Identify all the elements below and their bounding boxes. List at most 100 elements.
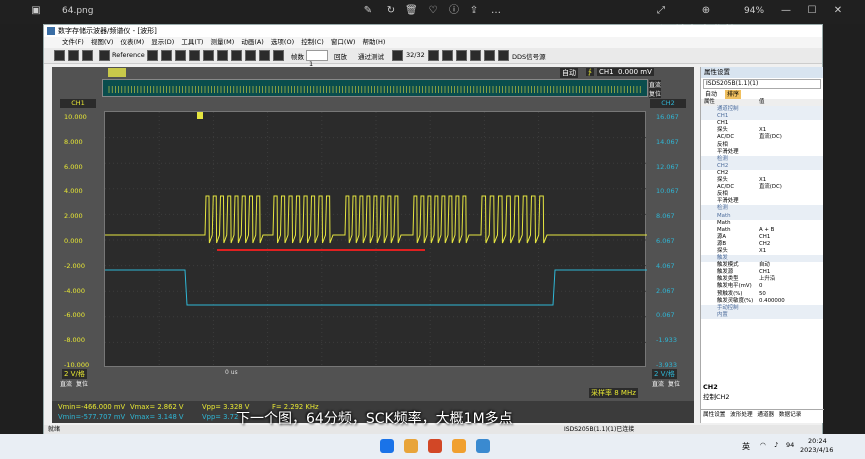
trigger-level[interactable]: 0.000 mV <box>616 68 654 76</box>
edit-icon[interactable]: ✎ <box>362 5 374 17</box>
property-row[interactable]: 内置 <box>701 311 823 319</box>
battery-level[interactable]: 94 <box>786 441 794 449</box>
share-icon[interactable]: ⇪ <box>468 5 480 17</box>
prev-icon[interactable] <box>392 50 403 61</box>
record-icon[interactable] <box>442 50 453 61</box>
single-icon[interactable] <box>175 50 186 61</box>
explorer-icon[interactable] <box>404 439 418 453</box>
play-icon[interactable] <box>456 50 467 61</box>
property-row[interactable]: 源A CH1 <box>701 234 823 241</box>
next-icon[interactable] <box>428 50 439 61</box>
property-row[interactable]: Math <box>701 220 823 227</box>
property-row[interactable]: 反相 <box>701 142 823 149</box>
ch2-label[interactable]: CH2 <box>650 99 686 108</box>
menu-animation[interactable]: 动画(A) <box>241 38 264 46</box>
open-icon[interactable] <box>54 50 65 61</box>
trigger-channel[interactable]: CH1 <box>597 68 616 76</box>
property-row[interactable]: AC/DC 直流(DC) <box>701 134 823 141</box>
xy-icon[interactable] <box>245 50 256 61</box>
device-select[interactable]: ISDS205B(1.1)(1) <box>703 79 821 89</box>
rotate-icon[interactable]: ↻ <box>385 5 397 17</box>
menu-file[interactable]: 文件(F) <box>62 38 84 46</box>
stop-icon[interactable] <box>161 50 172 61</box>
powerpoint-icon[interactable] <box>428 439 442 453</box>
close-icon[interactable]: ✕ <box>832 5 844 17</box>
ch2-scale[interactable]: 2 V/格 <box>652 369 677 379</box>
property-row[interactable]: 检测 <box>701 155 823 163</box>
property-row[interactable]: 触发电平(mV) 0 <box>701 283 823 290</box>
reference-button[interactable]: Reference <box>112 51 145 59</box>
ch1-label[interactable]: CH1 <box>60 99 96 108</box>
clock-time[interactable]: 20:24 <box>808 437 827 445</box>
property-row[interactable]: CH1 <box>701 113 823 121</box>
property-row[interactable]: Math A + B <box>701 227 823 234</box>
property-row[interactable]: 平滑处理 <box>701 149 823 156</box>
pass-test-button[interactable]: 通过测试 <box>358 51 384 61</box>
export-icon[interactable] <box>470 50 481 61</box>
property-row[interactable]: 手动控制 <box>701 304 823 312</box>
acq-mode[interactable]: 自动 <box>560 68 578 78</box>
tab-wave-process[interactable]: 波形处理 <box>730 412 752 418</box>
menu-view[interactable]: 视图(V) <box>91 38 114 46</box>
wifi-icon[interactable]: ◠ <box>760 441 766 449</box>
zoom-in-icon[interactable]: ⊕ <box>700 5 712 17</box>
language-indicator[interactable]: 英 <box>742 441 750 452</box>
fullscreen-icon[interactable]: ⤢ <box>655 5 667 17</box>
overview-coupling[interactable]: 直流 <box>649 80 662 89</box>
frame-input[interactable]: 1 <box>306 50 328 68</box>
print-icon[interactable] <box>484 50 495 61</box>
fft-icon[interactable] <box>231 50 242 61</box>
menu-display[interactable]: 显示(D) <box>151 38 174 46</box>
property-row[interactable]: 探头 X1 <box>701 248 823 255</box>
capture-icon[interactable] <box>189 50 200 61</box>
tab-auto[interactable]: 自动 <box>705 90 717 99</box>
clock-date[interactable]: 2023/4/16 <box>800 446 833 454</box>
property-row[interactable]: 触发灵敏度(%) 0.400000 <box>701 298 823 305</box>
app-orange-icon[interactable] <box>452 439 466 453</box>
tab-sort[interactable]: 排序 <box>725 90 742 99</box>
property-row[interactable]: 检测 <box>701 205 823 213</box>
ch2-reset[interactable]: 复位 <box>668 379 680 388</box>
persist-icon[interactable] <box>259 50 270 61</box>
favorite-icon[interactable]: ♡ <box>427 5 439 17</box>
property-row[interactable]: 源B CH2 <box>701 241 823 248</box>
dds-button[interactable]: DDS信号源 <box>512 51 546 61</box>
property-row[interactable]: Math <box>701 212 823 220</box>
minimize-icon[interactable]: — <box>780 5 792 17</box>
menu-help[interactable]: 帮助(H) <box>362 38 385 46</box>
overview-bar[interactable] <box>102 79 648 97</box>
photos-icon[interactable] <box>476 439 490 453</box>
property-row[interactable]: CH2 <box>701 162 823 170</box>
measure-icon[interactable] <box>273 50 284 61</box>
tab-filter[interactable]: 通道器 <box>757 412 774 418</box>
ch1-coupling[interactable]: 直流 <box>60 379 72 388</box>
menu-instrument[interactable]: 仪表(M) <box>121 38 145 46</box>
property-row[interactable]: 预触发(%) 50 <box>701 291 823 298</box>
menu-options[interactable]: 选项(O) <box>271 38 294 46</box>
overview-reset[interactable]: 复位 <box>649 89 662 98</box>
menu-measure[interactable]: 测量(M) <box>211 38 235 46</box>
ch1-scale[interactable]: 2 V/格 <box>62 369 87 379</box>
tab-datalog[interactable]: 数据记录 <box>779 412 801 418</box>
save-icon[interactable] <box>68 50 79 61</box>
speaker-icon[interactable]: ♪ <box>774 441 778 449</box>
delete-icon[interactable]: 🗑 <box>405 5 418 17</box>
ch2-coupling[interactable]: 直流 <box>652 379 664 388</box>
dds-icon[interactable] <box>498 50 509 61</box>
maximize-icon[interactable]: ☐ <box>806 5 818 17</box>
ch1-reset[interactable]: 复位 <box>76 379 88 388</box>
property-row[interactable]: 通道控制 <box>701 106 823 114</box>
property-row[interactable]: CH2 <box>701 170 823 177</box>
cursor-icon[interactable] <box>203 50 214 61</box>
run-icon[interactable] <box>147 50 158 61</box>
more-icon[interactable]: … <box>490 5 502 17</box>
menu-window[interactable]: 窗口(W) <box>331 38 356 46</box>
trigger-position-marker[interactable] <box>197 112 203 119</box>
help-icon[interactable] <box>82 50 93 61</box>
waveform-screen[interactable] <box>104 111 647 368</box>
zoom-icon[interactable] <box>217 50 228 61</box>
start-icon[interactable] <box>380 439 394 453</box>
sample-rate[interactable]: 采样率 8 MHz <box>589 388 638 398</box>
menu-tools[interactable]: 工具(T) <box>181 38 203 46</box>
reference-icon[interactable] <box>99 50 110 61</box>
